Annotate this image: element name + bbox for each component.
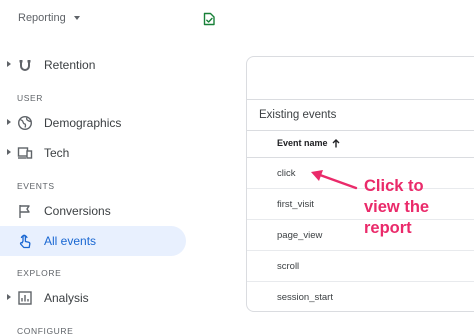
event-name-cell[interactable]: scroll [277, 261, 299, 272]
section-events: EVENTS [17, 181, 55, 191]
top-bar: Reporting [0, 0, 474, 40]
sidebar-item-label: Demographics [44, 116, 122, 130]
sidebar-item-label: Analysis [44, 291, 89, 305]
expand-arrow-icon[interactable] [7, 294, 11, 300]
event-name-cell[interactable]: first_visit [277, 199, 314, 210]
table-row[interactable]: page_view [247, 220, 474, 251]
expand-arrow-icon[interactable] [7, 149, 11, 155]
expand-arrow-icon[interactable] [7, 119, 11, 125]
events-card: Existing events Event name click first_v… [246, 56, 474, 312]
retention-icon [19, 60, 31, 71]
sidebar-item-demographics[interactable]: Demographics [0, 108, 186, 138]
table-row[interactable]: click [247, 158, 474, 189]
table-row[interactable]: scroll [247, 251, 474, 282]
sidebar-item-label: Tech [44, 146, 70, 160]
column-header-event-name[interactable]: Event name [277, 138, 340, 148]
section-explore: EXPLORE [17, 268, 62, 278]
section-user: USER [17, 93, 44, 103]
sidebar-item-all-events[interactable]: All events [0, 226, 186, 256]
sidebar-item-label: Retention [44, 58, 96, 72]
table-row[interactable]: session_start [247, 282, 474, 311]
sidebar-item-label: All events [44, 234, 97, 248]
reporting-dropdown[interactable]: Reporting [18, 12, 80, 24]
annotation-text: Click to view the report [364, 177, 430, 237]
event-name-cell[interactable]: session_start [277, 292, 333, 303]
devices-icon [17, 147, 33, 159]
sidebar-item-retention[interactable]: Retention [0, 50, 186, 80]
sidebar-item-label: Conversions [44, 204, 111, 218]
sidebar-item-tech[interactable]: Tech [0, 138, 186, 168]
document-check-icon[interactable] [203, 12, 216, 26]
reporting-label: Reporting [18, 12, 66, 24]
touch-icon [19, 234, 31, 249]
analysis-icon [18, 291, 32, 305]
column-header-label: Event name [277, 138, 328, 148]
table-row[interactable]: first_visit [247, 189, 474, 220]
expand-arrow-icon[interactable] [7, 61, 11, 67]
event-name-cell[interactable]: page_view [277, 230, 322, 241]
caret-down-icon [73, 16, 80, 20]
event-name-cell[interactable]: click [277, 168, 295, 179]
arrow-up-icon [332, 138, 340, 147]
card-header [247, 57, 474, 100]
section-configure: CONFIGURE [17, 326, 74, 335]
card-title: Existing events [259, 109, 337, 121]
flag-icon [19, 205, 30, 218]
sidebar: Retention USER Demographics Tech EVENTS … [0, 40, 190, 335]
sidebar-item-analysis[interactable]: Analysis [0, 283, 186, 313]
globe-icon [17, 115, 33, 131]
sidebar-item-conversions[interactable]: Conversions [0, 196, 186, 226]
divider [247, 130, 474, 131]
